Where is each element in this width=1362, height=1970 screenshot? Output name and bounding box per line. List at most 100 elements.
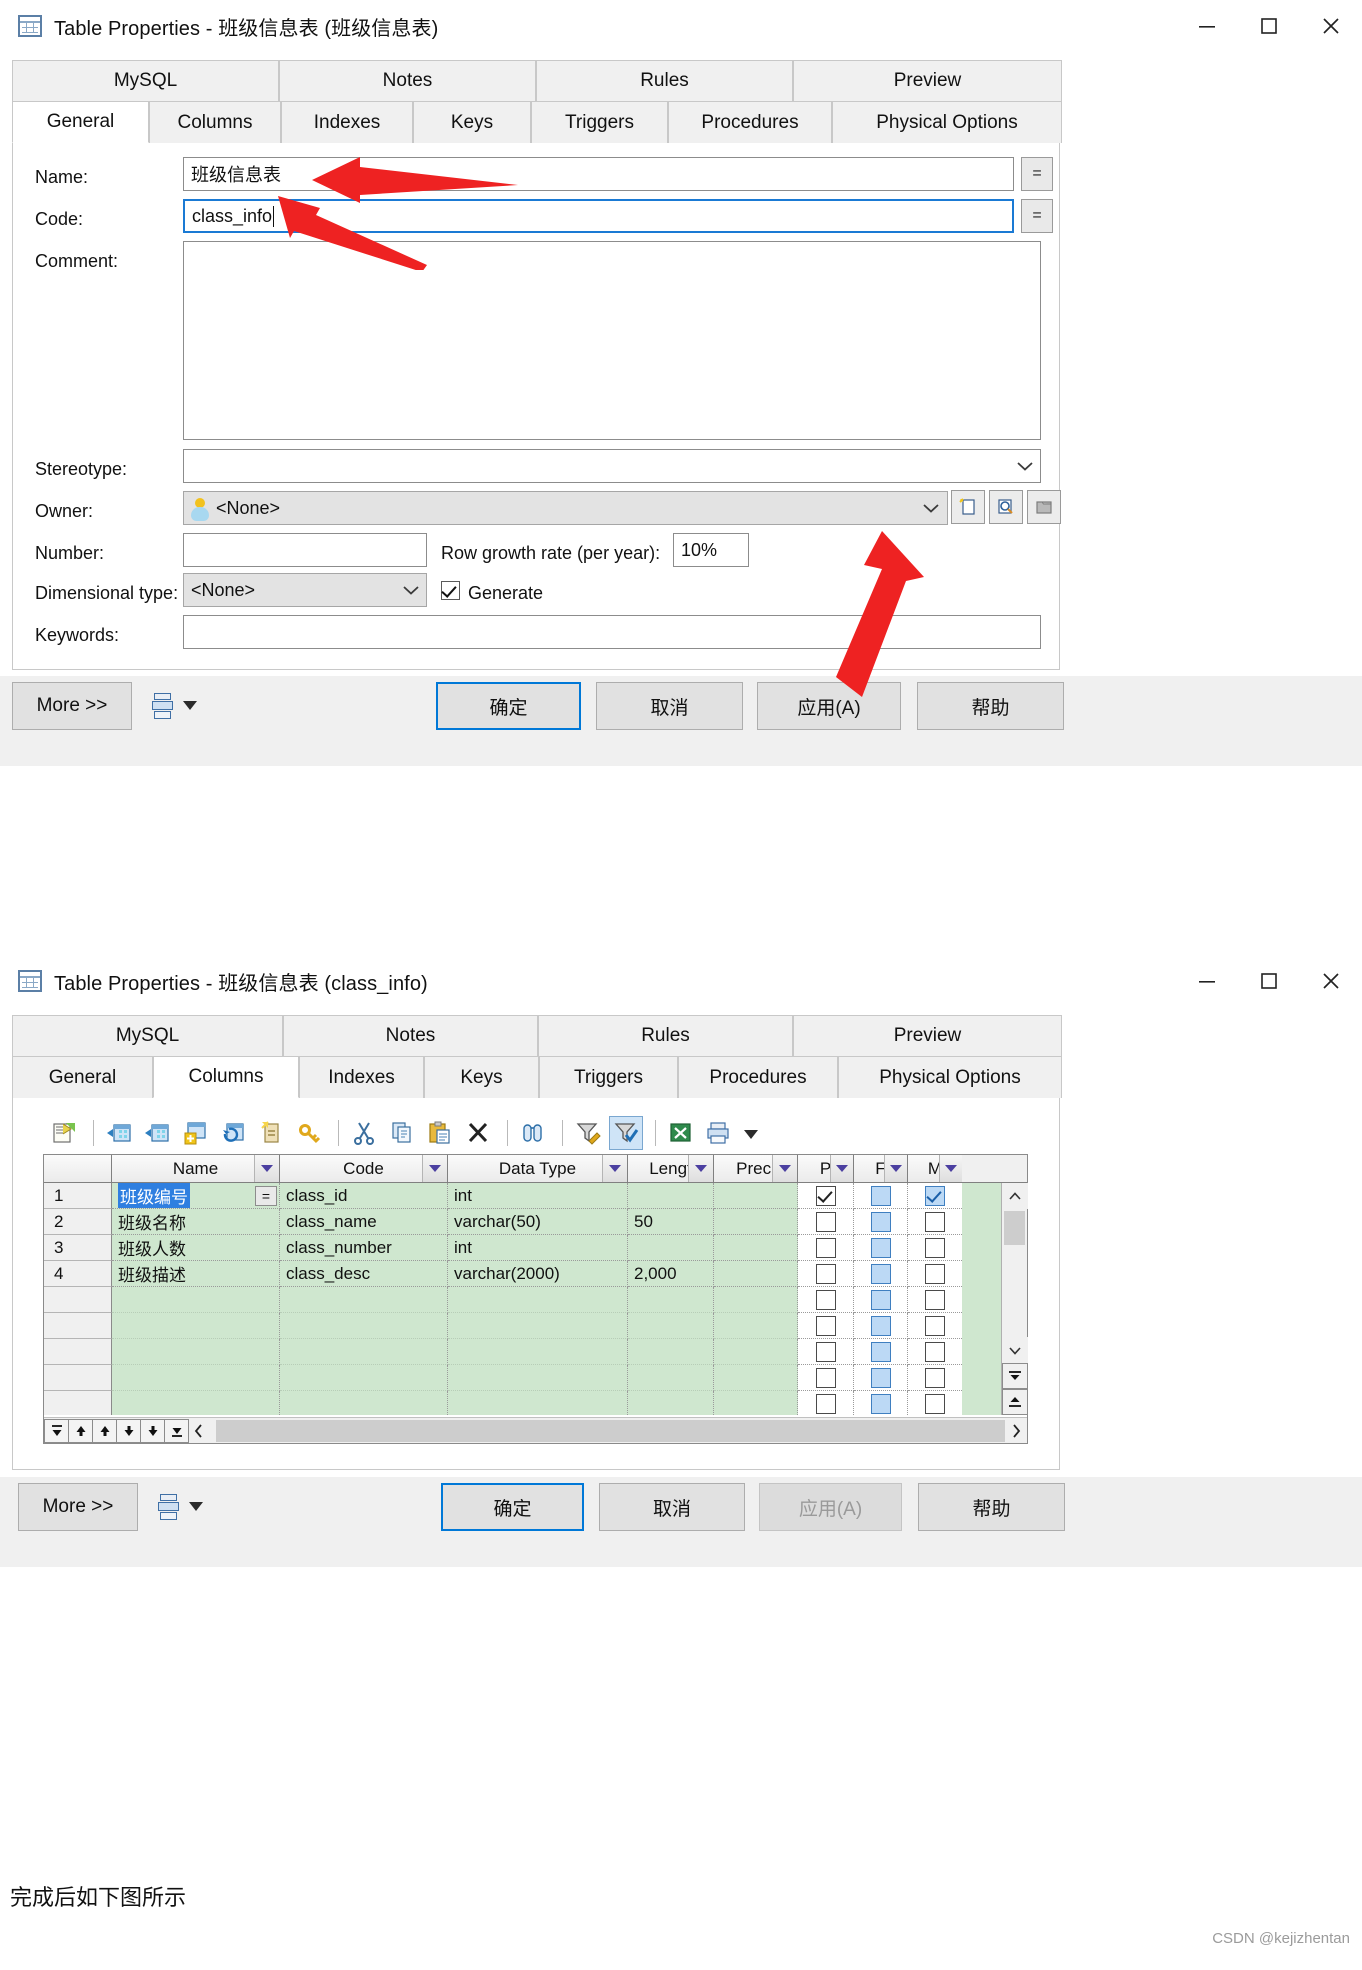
more-button[interactable]: More >> <box>18 1483 138 1531</box>
close-icon[interactable] <box>1300 955 1362 1007</box>
cell-name[interactable] <box>112 1391 280 1415</box>
stereotype-chevron-down-icon[interactable] <box>1013 449 1037 483</box>
cell-data-type[interactable]: int <box>448 1183 628 1209</box>
close-icon[interactable] <box>1300 0 1362 52</box>
tab-procedures[interactable]: Procedures <box>678 1056 838 1098</box>
mandatory-checkbox[interactable] <box>925 1185 945 1206</box>
minimize-icon[interactable] <box>1176 0 1238 52</box>
cell-mandatory[interactable] <box>908 1183 962 1209</box>
grid-header-data-type[interactable]: Data Type <box>448 1155 628 1182</box>
cell-name[interactable]: 班级描述 <box>112 1261 280 1287</box>
cell-length[interactable] <box>628 1183 714 1209</box>
cell-name[interactable] <box>112 1287 280 1313</box>
table-row[interactable]: 4 班级描述 class_desc varchar(2000) 2,000 <box>44 1261 1001 1287</box>
cell-length[interactable] <box>628 1365 714 1391</box>
tab-general[interactable]: General <box>12 101 149 143</box>
chevron-down-icon[interactable] <box>602 1155 627 1182</box>
print-icon[interactable] <box>702 1116 736 1150</box>
table-row-empty[interactable] <box>44 1391 1001 1415</box>
cell-precision[interactable] <box>714 1209 798 1235</box>
refresh-table-icon[interactable] <box>216 1116 250 1150</box>
chevron-down-icon[interactable] <box>884 1155 907 1182</box>
mandatory-checkbox[interactable] <box>925 1367 945 1388</box>
apply-filter-icon[interactable] <box>609 1116 643 1150</box>
cell-foreign[interactable] <box>854 1365 908 1391</box>
tab-physical-options[interactable]: Physical Options <box>832 101 1062 143</box>
copy-icon[interactable] <box>385 1116 419 1150</box>
generate-checkbox[interactable] <box>441 581 460 600</box>
cell-data-type[interactable] <box>448 1391 628 1415</box>
cell-mandatory[interactable] <box>908 1209 962 1235</box>
chevron-down-icon[interactable] <box>183 701 197 710</box>
keywords-input[interactable] <box>183 615 1041 649</box>
cell-name[interactable]: 班级编号 = <box>112 1183 280 1209</box>
print-preview-icon[interactable] <box>152 693 174 719</box>
primary-checkbox[interactable] <box>815 1341 836 1362</box>
tab-mysql[interactable]: MySQL <box>12 1015 283 1057</box>
cell-code[interactable]: class_name <box>280 1209 448 1235</box>
maximize-icon[interactable] <box>1238 955 1300 1007</box>
cell-foreign[interactable] <box>854 1313 908 1339</box>
grid-header-name[interactable]: Name <box>112 1155 280 1182</box>
cell-length[interactable] <box>628 1339 714 1365</box>
cell-code[interactable] <box>280 1339 448 1365</box>
primary-checkbox[interactable] <box>815 1289 836 1310</box>
table-row-empty[interactable] <box>44 1313 1001 1339</box>
foreign-checkbox[interactable] <box>870 1185 891 1206</box>
cell-code[interactable]: class_desc <box>280 1261 448 1287</box>
owner-combobox[interactable]: <None> <box>183 491 948 525</box>
mandatory-checkbox[interactable] <box>925 1289 945 1310</box>
cell-primary[interactable] <box>798 1313 854 1339</box>
top-icon[interactable] <box>68 1418 93 1443</box>
new-note-icon[interactable] <box>254 1116 288 1150</box>
row-index[interactable] <box>44 1391 112 1415</box>
grid-header-length[interactable]: Lengt <box>628 1155 714 1182</box>
grid-header-mandatory[interactable]: M <box>908 1155 962 1182</box>
print-preview-icon[interactable] <box>158 1494 180 1520</box>
tab-notes[interactable]: Notes <box>283 1015 538 1057</box>
cell-length[interactable] <box>628 1313 714 1339</box>
cell-precision[interactable] <box>714 1339 798 1365</box>
mandatory-checkbox[interactable] <box>925 1315 945 1336</box>
cell-primary[interactable] <box>798 1261 854 1287</box>
tab-keys[interactable]: Keys <box>424 1056 539 1098</box>
foreign-checkbox[interactable] <box>870 1211 891 1232</box>
cell-foreign[interactable] <box>854 1287 908 1313</box>
row-growth-input[interactable]: 10% <box>673 533 749 567</box>
cut-icon[interactable] <box>347 1116 381 1150</box>
number-input[interactable] <box>183 533 427 567</box>
cell-code[interactable] <box>280 1313 448 1339</box>
row-index[interactable] <box>44 1313 112 1339</box>
cell-precision[interactable] <box>714 1287 798 1313</box>
cell-code[interactable] <box>280 1365 448 1391</box>
properties-icon[interactable] <box>989 490 1023 524</box>
primary-checkbox[interactable] <box>815 1393 836 1414</box>
help-button[interactable]: 帮助 <box>917 682 1064 730</box>
primary-checkbox[interactable] <box>815 1367 836 1388</box>
tab-triggers[interactable]: Triggers <box>531 101 668 143</box>
new-object-icon[interactable] <box>951 490 985 524</box>
collapse-icon[interactable] <box>188 1423 210 1438</box>
cell-mandatory[interactable] <box>908 1287 962 1313</box>
comment-textarea[interactable] <box>183 241 1041 440</box>
cell-primary[interactable] <box>798 1365 854 1391</box>
grid-header-primary[interactable]: P <box>798 1155 854 1182</box>
cell-data-type[interactable]: varchar(2000) <box>448 1261 628 1287</box>
tab-procedures[interactable]: Procedures <box>668 101 832 143</box>
cell-primary[interactable] <box>798 1339 854 1365</box>
tab-preview[interactable]: Preview <box>793 60 1062 102</box>
cell-foreign[interactable] <box>854 1209 908 1235</box>
owner-chevron-down-icon[interactable] <box>919 491 943 525</box>
chevron-down-icon[interactable] <box>254 1155 279 1182</box>
cell-data-type[interactable]: varchar(50) <box>448 1209 628 1235</box>
cancel-button[interactable]: 取消 <box>599 1483 745 1531</box>
name-ellipsis-button[interactable]: = <box>1021 157 1053 191</box>
add-row-icon[interactable] <box>102 1116 136 1150</box>
cell-code[interactable] <box>280 1287 448 1313</box>
mandatory-checkbox[interactable] <box>925 1393 945 1414</box>
foreign-checkbox[interactable] <box>870 1341 891 1362</box>
add-table-icon[interactable] <box>178 1116 212 1150</box>
primary-checkbox[interactable] <box>815 1315 836 1336</box>
primary-checkbox[interactable] <box>815 1185 836 1206</box>
cell-precision[interactable] <box>714 1261 798 1287</box>
